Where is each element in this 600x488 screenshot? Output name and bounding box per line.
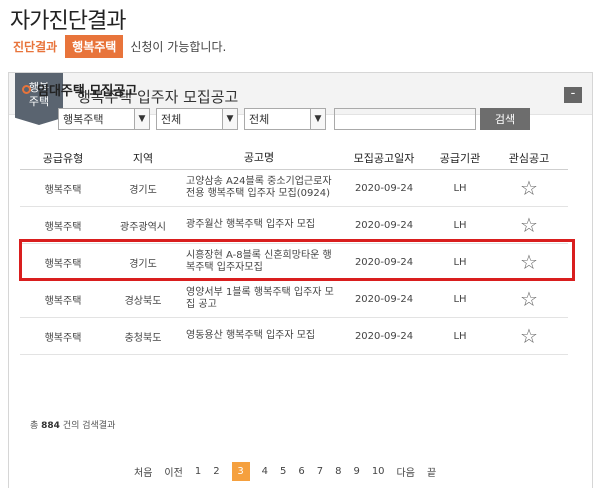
page-next[interactable]: 다음: [397, 464, 415, 479]
search-button[interactable]: 검색: [480, 108, 530, 130]
table-row: 행복주택 경상북도 영양서부 1블록 행복주택 입주자 모집 공고 2020-0…: [20, 281, 568, 318]
row-region: 충청북도: [124, 332, 162, 344]
star-icon[interactable]: ☆: [520, 176, 538, 200]
result-count: 총 884 건의 검색결과: [30, 418, 115, 431]
page-5[interactable]: 5: [280, 466, 286, 477]
collapse-button[interactable]: -: [564, 87, 582, 103]
page-8[interactable]: 8: [335, 466, 341, 477]
result-text: 신청이 가능합니다.: [130, 39, 227, 54]
table-row: 행복주택 광주광역시 광주월산 행복주택 입주자 모집 2020-09-24 L…: [20, 207, 568, 244]
header-date: 모집공고일자: [353, 151, 415, 165]
row-agency: LH: [453, 219, 467, 231]
search-filters: 행복주택 ▼ 전체 ▼ 전체 ▼ 검색: [58, 108, 530, 130]
row-agency: LH: [453, 182, 467, 194]
row-agency: LH: [453, 330, 467, 342]
row-agency: LH: [453, 293, 467, 305]
status-select[interactable]: 전체 ▼: [244, 108, 326, 130]
type-select-value: 행복주택: [63, 113, 104, 126]
page-4[interactable]: 4: [262, 466, 268, 477]
header-region: 지역: [132, 151, 154, 165]
row-type: 행복주택: [44, 295, 82, 307]
row-type: 행복주택: [44, 258, 82, 270]
header-agency: 공급기관: [439, 151, 481, 165]
header-title: 공고명: [243, 150, 275, 164]
row-region: 경기도: [129, 258, 157, 270]
star-icon[interactable]: ☆: [520, 213, 538, 237]
page-title: 자가진단결과: [10, 9, 126, 34]
search-input[interactable]: [334, 108, 476, 130]
row-date: 2020-09-24: [354, 256, 414, 268]
region-select[interactable]: 전체 ▼: [156, 108, 238, 130]
row-type: 행복주택: [44, 332, 82, 344]
row-title-link[interactable]: 시흥장현 A-8블록 신혼희망타운 행복주택 입주자모집: [180, 250, 338, 274]
count-suffix: 건의 검색결과: [62, 421, 116, 431]
page-2[interactable]: 2: [213, 466, 219, 477]
page-10[interactable]: 10: [372, 466, 385, 477]
type-select[interactable]: 행복주택 ▼: [58, 108, 150, 130]
page-1[interactable]: 1: [195, 466, 201, 477]
status-select-value: 전체: [249, 113, 270, 126]
count-prefix: 총: [30, 421, 39, 431]
table-row: 행복주택 경기도 시흥장현 A-8블록 신혼희망타운 행복주택 입주자모집 20…: [20, 244, 568, 281]
row-region: 경상북도: [124, 295, 162, 307]
row-date: 2020-09-24: [354, 219, 414, 231]
pagination: 처음 이전 1 2 3 4 5 6 7 8 9 10 다음 끝: [134, 462, 448, 481]
row-agency: LH: [453, 256, 467, 268]
row-title-link[interactable]: 고양삼송 A24블록 중소기업근로자 전용 행복주택 입주자 모집(0924): [180, 176, 338, 200]
row-type: 행복주택: [44, 184, 82, 196]
count-value: 884: [41, 421, 60, 431]
table-row: 행복주택 충청북도 영동용산 행복주택 입주자 모집 2020-09-24 LH…: [20, 318, 568, 355]
star-icon[interactable]: ☆: [520, 250, 538, 274]
section-title-text: 임대주택 모집공고: [37, 84, 138, 99]
chevron-down-icon: ▼: [134, 109, 149, 129]
star-icon[interactable]: ☆: [520, 324, 538, 348]
page-9[interactable]: 9: [353, 466, 359, 477]
table-header: 공급유형 지역 공고명 모집공고일자 공급기관 관심공고: [20, 146, 568, 170]
row-title-link[interactable]: 영동용산 행복주택 입주자 모집: [180, 330, 338, 342]
table-row: 행복주택 경기도 고양삼송 A24블록 중소기업근로자 전용 행복주택 입주자 …: [20, 170, 568, 207]
section-title: 임대주택 모집공고: [22, 80, 137, 99]
page-6[interactable]: 6: [298, 466, 304, 477]
chevron-down-icon: ▼: [310, 109, 325, 129]
diagnosis-result: 진단결과 행복주택 신청이 가능합니다.: [13, 34, 226, 58]
header-favorite: 관심공고: [508, 151, 550, 165]
star-icon[interactable]: ☆: [520, 287, 538, 311]
page-last[interactable]: 끝: [427, 464, 436, 479]
header-type: 공급유형: [42, 151, 84, 165]
row-date: 2020-09-24: [354, 330, 414, 342]
circle-bullet-icon: [22, 85, 31, 94]
row-date: 2020-09-24: [354, 293, 414, 305]
notice-table: 공급유형 지역 공고명 모집공고일자 공급기관 관심공고 행복주택 경기도 고양…: [20, 146, 568, 355]
page-prev[interactable]: 이전: [164, 464, 182, 479]
row-type: 행복주택: [44, 221, 82, 233]
page-3-current[interactable]: 3: [231, 462, 250, 481]
result-label: 진단결과: [13, 39, 58, 54]
row-title-link[interactable]: 영양서부 1블록 행복주택 입주자 모집 공고: [180, 287, 338, 311]
row-region: 광주광역시: [120, 221, 166, 233]
region-select-value: 전체: [161, 113, 182, 126]
row-date: 2020-09-24: [354, 182, 414, 194]
page-first[interactable]: 처음: [134, 464, 152, 479]
page-7[interactable]: 7: [317, 466, 323, 477]
row-title-link[interactable]: 광주월산 행복주택 입주자 모집: [180, 219, 338, 231]
chevron-down-icon: ▼: [222, 109, 237, 129]
result-badge: 행복주택: [65, 34, 124, 58]
row-region: 경기도: [129, 184, 157, 196]
